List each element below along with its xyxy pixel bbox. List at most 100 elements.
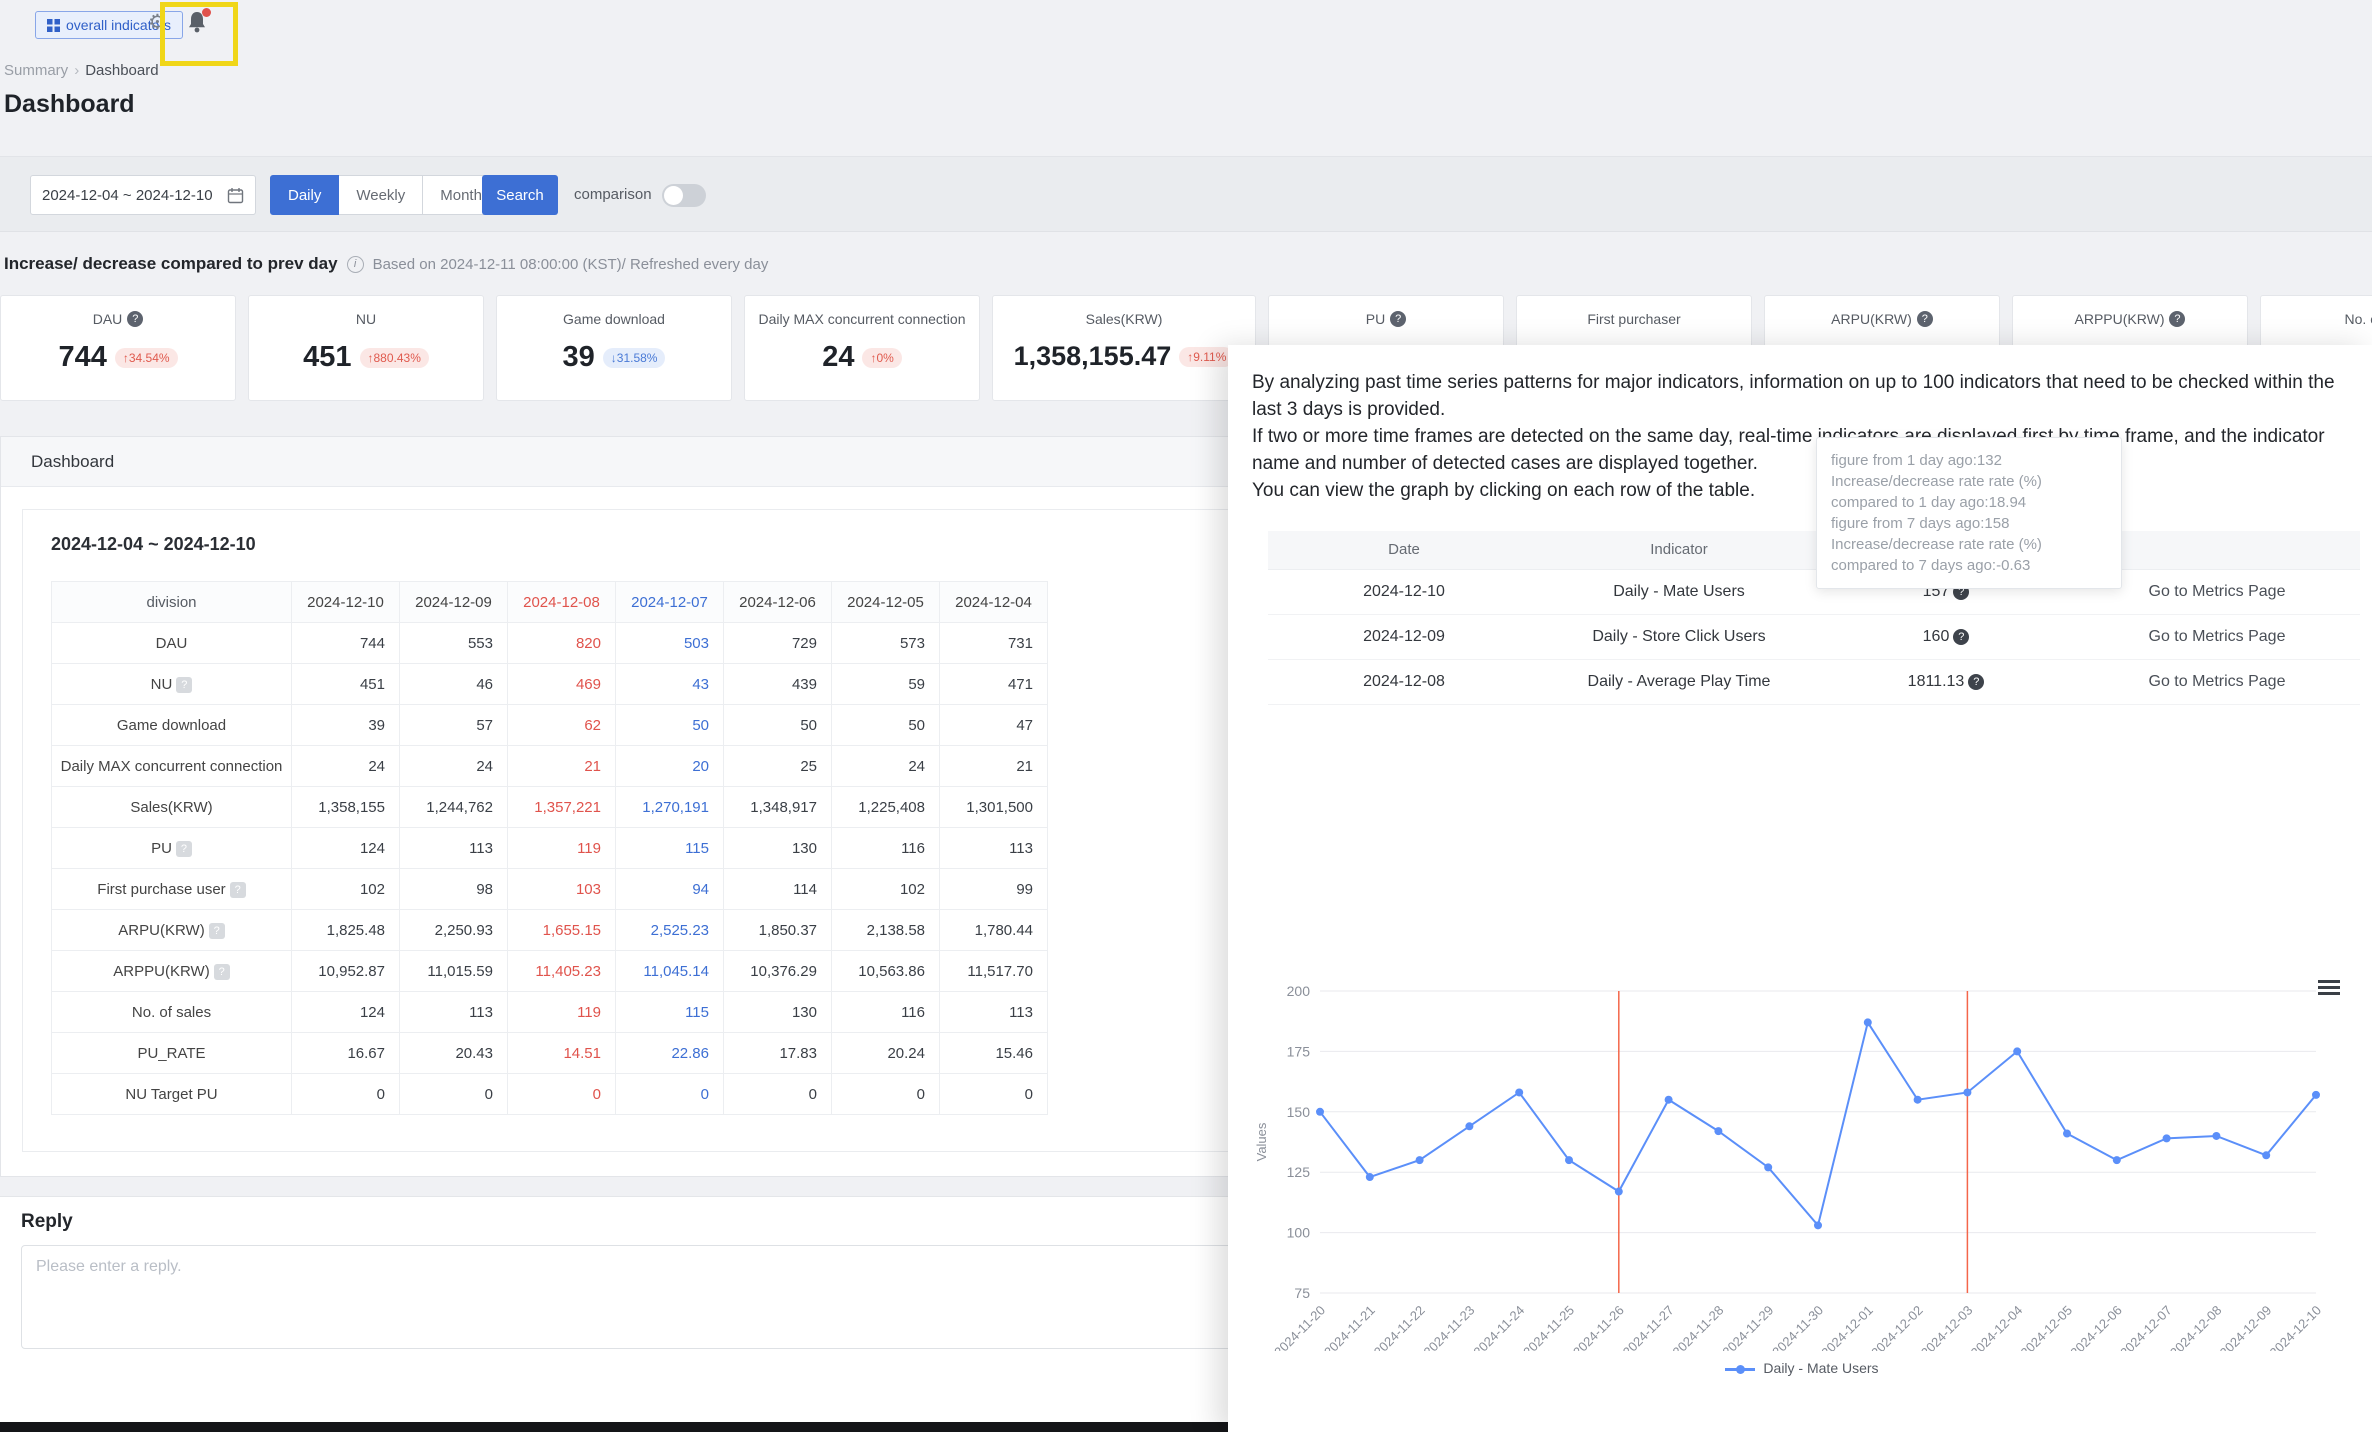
svg-text:2024-11-28: 2024-11-28 [1670,1303,1727,1351]
svg-text:2024-11-26: 2024-11-26 [1570,1303,1627,1351]
svg-text:125: 125 [1287,1164,1311,1180]
kpi-title: NU [356,311,376,327]
delta-badge: ↑880.43% [359,347,429,368]
search-button[interactable]: Search [482,175,558,215]
kpi-title: DAU? [93,311,144,327]
kpi-title-text: Sales(KRW) [1085,311,1163,327]
calendar-icon [227,187,244,203]
table-cell: 0 [399,1073,508,1115]
help-icon[interactable]: ? [175,840,192,857]
date-range-input[interactable]: 2024-12-04 ~ 2024-12-10 [30,175,256,215]
info-icon[interactable]: i [346,255,364,273]
table-cell: 11,015.59 [399,950,508,992]
anomaly-row[interactable]: 2024-12-10 Daily - Mate Users 157? Go to Me… [1268,569,2360,615]
table-cell: 43 [615,663,724,705]
go-to-metrics-link[interactable]: Go to Metrics Page [2149,673,2286,690]
anomaly-row[interactable]: 2024-12-09 Daily - Store Click Users 160? G… [1268,614,2360,660]
anomaly-date: 2024-12-08 [1268,659,1540,705]
breadcrumb-item[interactable]: Dashboard [85,62,158,79]
status-label: Increase/ decrease compared to prev day [4,254,338,273]
help-icon[interactable]: ? [1968,673,1985,690]
row-label: ARPU(KRW)? [51,909,292,951]
table-cell: 17.83 [723,1032,832,1074]
kpi-value: 24 [822,341,855,373]
row-label-text: No. of sales [131,1003,212,1021]
svg-text:2024-11-22: 2024-11-22 [1371,1303,1428,1351]
help-icon[interactable]: ? [213,963,230,980]
table-cell: 62 [507,704,616,746]
breadcrumb-item[interactable]: Summary [4,62,68,79]
svg-text:2024-11-29: 2024-11-29 [1719,1303,1776,1351]
kpi-card: NU 451 ↑880.43% [248,295,484,401]
kpi-title-text: ARPU(KRW) [1831,311,1912,327]
table-row: Daily MAX concurrent connection 24 24 21 20 2… [51,745,1048,787]
table-cell: 0 [831,1073,940,1115]
table-cell: 1,270,191 [615,786,724,828]
table-row: DAU 744 553 820 503 729 573 731 [51,622,1048,664]
table-cell: 99 [939,868,1048,910]
kpi-card: Sales(KRW) 1,358,155.47 ↑9.11% [992,295,1256,401]
row-label: PU? [51,827,292,869]
anomaly-row[interactable]: 2024-12-08 Daily - Average Play Time 1811.… [1268,659,2360,705]
comparison-toggle[interactable] [662,184,706,207]
column-header: 2024-12-09 [399,581,508,623]
table-cell: 20 [615,745,724,787]
metrics-table: division 2024-12-10 2024-12-09 2024-12-08 20… [51,581,1048,1115]
kpi-title-text: Daily MAX concurrent connection [758,311,966,327]
help-icon[interactable]: ? [176,676,193,693]
svg-text:2024-12-08: 2024-12-08 [2167,1303,2225,1351]
row-label-text: Sales(KRW) [130,798,213,816]
table-cell: 0 [723,1073,832,1115]
svg-text:75: 75 [1294,1285,1310,1301]
svg-text:2024-12-10: 2024-12-10 [2266,1303,2324,1351]
toggle-knob [664,186,683,205]
go-to-metrics-link[interactable]: Go to Metrics Page [2149,583,2286,600]
table-cell: 115 [615,991,724,1033]
table-row: Game download 39 57 62 50 50 50 47 [51,704,1048,746]
table-row: NU? 451 46 469 43 439 59 471 [51,663,1048,705]
table-cell: 451 [291,663,400,705]
table-row: ARPU(KRW)? 1,825.48 2,250.93 1,655.15 2,525.… [51,909,1048,951]
table-cell: 50 [615,704,724,746]
svg-text:2024-12-01: 2024-12-01 [1818,1303,1876,1351]
row-label-text: Daily MAX concurrent connection [60,757,283,775]
table-cell: 102 [291,868,400,910]
svg-text:2024-12-07: 2024-12-07 [2117,1303,2175,1351]
kpi-card: Game download 39 ↓31.58% [496,295,732,401]
help-icon[interactable]: ? [127,311,144,327]
table-cell: 1,225,408 [831,786,940,828]
table-cell: 57 [399,704,508,746]
legend-label: Daily - Mate Users [1763,1360,1879,1376]
row-label: DAU [51,622,292,664]
chart-menu-icon[interactable] [2318,977,2340,998]
period-button-weekly[interactable]: Weekly [338,175,424,215]
grid-icon [47,18,60,32]
help-icon[interactable]: ? [208,922,225,939]
svg-text:2024-11-21: 2024-11-21 [1321,1303,1378,1351]
column-header: Date [1268,531,1540,570]
period-button-daily[interactable]: Daily [270,175,340,215]
table-cell: 116 [831,991,940,1033]
svg-text:2024-12-02: 2024-12-02 [1868,1303,1926,1351]
filter-bar: 2024-12-04 ~ 2024-12-10 Daily Weekly Month… [0,156,2372,232]
table-row: PU? 124 113 119 115 130 116 113 [51,827,1048,869]
help-icon[interactable]: ? [2169,311,2186,327]
help-icon[interactable]: ? [1916,311,1933,327]
table-cell: 115 [615,827,724,869]
svg-text:2024-11-27: 2024-11-27 [1620,1303,1677,1351]
breadcrumb-separator: › [74,62,80,79]
table-cell: 14.51 [507,1032,616,1074]
help-icon[interactable]: ? [1953,628,1970,645]
table-cell: 59 [831,663,940,705]
column-header: 2024-12-07 [615,581,724,623]
table-cell: 744 [291,622,400,664]
table-cell: 124 [291,827,400,869]
table-cell: 46 [399,663,508,705]
table-cell: 22.86 [615,1032,724,1074]
go-to-metrics-link[interactable]: Go to Metrics Page [2149,628,2286,645]
row-label-text: NU Target PU [125,1085,218,1103]
help-icon[interactable]: ? [1390,311,1407,327]
table-cell: 25 [723,745,832,787]
help-icon[interactable]: ? [229,881,246,898]
table-row: PU_RATE 16.67 20.43 14.51 22.86 17.83 20.24 15.… [51,1032,1048,1074]
